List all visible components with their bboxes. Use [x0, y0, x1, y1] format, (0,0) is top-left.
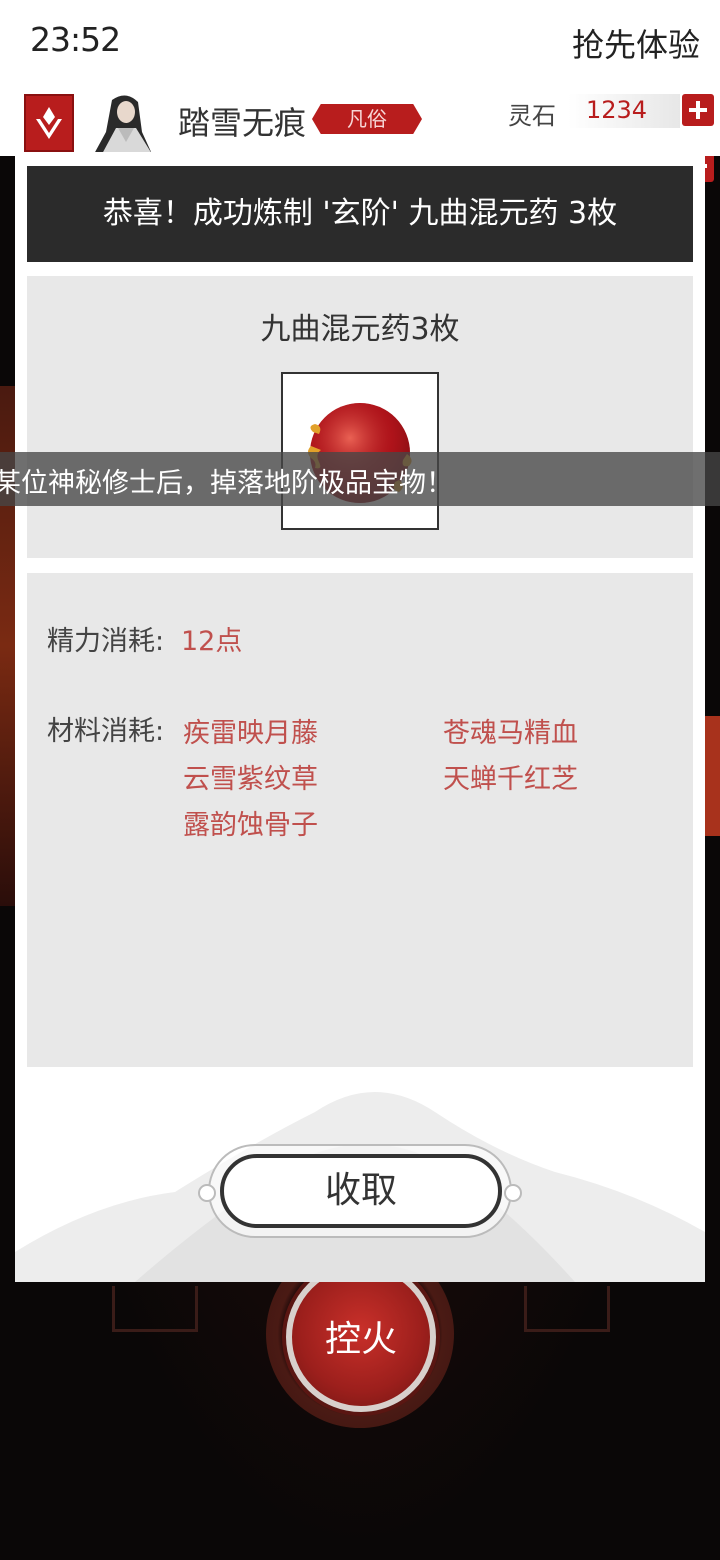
energy-cost-value: 12点: [181, 626, 243, 657]
button-knob-right: [504, 1184, 522, 1202]
add-currency-button[interactable]: [682, 94, 714, 126]
item-slot[interactable]: [281, 372, 439, 530]
currency-value: 1234: [586, 96, 648, 124]
sect-emblem-icon[interactable]: [24, 94, 74, 152]
item-name: 九曲混元药3枚: [260, 312, 460, 347]
status-bar: 23:52 抢先体验: [0, 0, 720, 82]
furnace-frame-left: [112, 1286, 198, 1332]
material-cost-label: 材料消耗:: [47, 716, 165, 747]
furnace-frame-right: [524, 1286, 610, 1332]
cost-panel: 精力消耗: 12点 材料消耗: 疾雷映月藤 苍魂马精血 云雪紫纹草 天蝉千红芝 …: [27, 573, 693, 1067]
status-time: 23:52: [30, 20, 121, 59]
material-item: 疾雷映月藤: [183, 718, 318, 749]
avatar[interactable]: [82, 92, 170, 154]
currency-display: 1234: [568, 94, 680, 128]
broadcast-text: 某位神秘修士后，掉落地阶极品宝物！: [0, 468, 453, 499]
currency-label: 灵石: [508, 102, 556, 130]
material-item: 露韵蚀骨子: [183, 810, 318, 841]
collect-button-frame: 收取: [198, 1144, 522, 1238]
player-name: 踏雪无痕: [178, 104, 307, 142]
rank-badge: 凡俗: [312, 104, 422, 134]
player-header: 踏雪无痕 凡俗 灵石 1234: [0, 82, 720, 156]
collect-button[interactable]: 收取: [220, 1154, 502, 1228]
material-item: 云雪紫纹草: [183, 764, 318, 795]
dialog-title: 恭喜！成功炼制 '玄阶' 九曲混元药 3枚: [27, 166, 693, 262]
broadcast-marquee: 某位神秘修士后，掉落地阶极品宝物！: [0, 452, 720, 506]
fire-control-label: 控火: [324, 1319, 397, 1360]
energy-cost-label: 精力消耗:: [47, 626, 165, 657]
button-knob-left: [198, 1184, 216, 1202]
material-item: 天蝉千红芝: [443, 764, 578, 795]
fire-control-button[interactable]: 控火: [286, 1262, 436, 1412]
material-item: 苍魂马精血: [443, 718, 578, 749]
crafting-result-dialog: 恭喜！成功炼制 '玄阶' 九曲混元药 3枚 九曲混元药3枚 精力消耗: 12点 …: [15, 152, 705, 1282]
result-panel: 九曲混元药3枚: [27, 276, 693, 558]
early-access-link[interactable]: 抢先体验: [572, 20, 700, 66]
